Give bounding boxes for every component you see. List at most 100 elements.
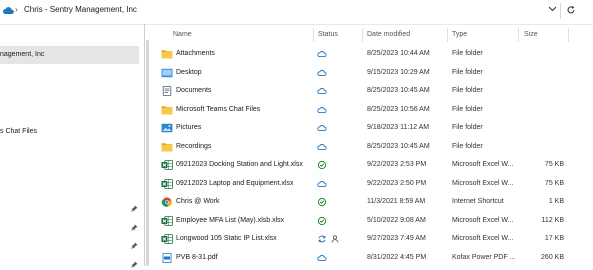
- chevron-down-icon[interactable]: [548, 6, 557, 14]
- file-size: 260 KB: [541, 253, 564, 261]
- folder-icon: [161, 105, 173, 115]
- folder-icon: [161, 49, 173, 59]
- onedrive-cloud-icon: [3, 7, 14, 16]
- file-size: 75 KB: [544, 179, 564, 187]
- file-size: 17 KB: [544, 235, 564, 242]
- file-date-modified: 8/25/2023 10:45 AM: [367, 87, 430, 94]
- column-header-type[interactable]: Type: [452, 31, 467, 38]
- desktop-folder-icon: [161, 68, 173, 78]
- file-date-modified: 8/25/2023 10:45 AM: [367, 142, 430, 150]
- file-type: Microsoft Excel W...: [452, 179, 514, 187]
- cloud-icon: [317, 68, 327, 78]
- file-name[interactable]: Documents: [176, 87, 211, 94]
- file-name[interactable]: Chris @ Work: [176, 198, 220, 205]
- column-header-size[interactable]: Size: [524, 31, 538, 38]
- chrome-icon: [161, 197, 173, 207]
- excel-icon: [161, 215, 173, 226]
- file-type: File folder: [452, 68, 483, 76]
- file-row[interactable]: 09212023 Docking Station and Light.xlsx 9…: [150, 156, 593, 174]
- sync-icon: [317, 234, 327, 244]
- file-name[interactable]: 09212023 Docking Station and Light.xlsx: [176, 161, 303, 168]
- file-name[interactable]: PVB 8-31.pdf: [176, 254, 218, 261]
- cloud-icon: [317, 123, 327, 133]
- file-type: Microsoft Excel W...: [452, 161, 514, 168]
- breadcrumb-path[interactable]: Chris - Sentry Management, Inc: [24, 5, 137, 14]
- nav-item-teams-label[interactable]: s Chat Files: [0, 128, 37, 135]
- check-icon: [317, 160, 327, 170]
- file-row[interactable]: Longwood 105 Static IP List.xlsx 9/27/202…: [150, 230, 593, 248]
- file-type: File folder: [452, 87, 483, 94]
- excel-icon: [161, 178, 173, 189]
- breadcrumb-separator: ›: [15, 5, 18, 14]
- file-row[interactable]: Desktop 9/15/2023 10:29 AM File folder: [150, 64, 593, 82]
- file-row[interactable]: Attachments 8/25/2023 10:44 AM File folder: [150, 45, 593, 63]
- file-type: File folder: [452, 124, 483, 131]
- excel-icon: [161, 160, 173, 170]
- file-name[interactable]: Attachments: [176, 50, 215, 57]
- file-name[interactable]: Employee MFA List (May).xlsb.xlsx: [176, 217, 284, 224]
- pin-icon: [131, 242, 138, 251]
- check-icon: [317, 197, 327, 207]
- cloud-icon: [317, 105, 327, 115]
- file-name[interactable]: Pictures: [176, 124, 201, 131]
- refresh-icon[interactable]: [566, 5, 576, 17]
- column-divider[interactable]: [568, 28, 569, 42]
- file-row[interactable]: Microsoft Teams Chat Files 8/25/2023 10:5…: [150, 101, 593, 119]
- file-date-modified: 9/15/2023 10:29 AM: [367, 68, 430, 76]
- file-row[interactable]: Employee MFA List (May).xlsb.xlsx 5/10/20…: [150, 212, 593, 230]
- column-header-row: Name Status Date modified Type Size: [0, 25, 593, 45]
- file-date-modified: 5/10/2022 9:08 AM: [367, 216, 426, 224]
- column-divider[interactable]: [313, 28, 314, 42]
- column-divider[interactable]: [362, 28, 363, 42]
- file-name[interactable]: 09212023 Laptop and Equipment.xlsx: [176, 180, 294, 187]
- cloud-icon: [317, 253, 327, 263]
- pin-icon: [131, 205, 138, 214]
- file-row[interactable]: Documents 8/25/2023 10:45 AM File folder: [150, 82, 593, 100]
- address-divider: [560, 3, 561, 19]
- file-type: File folder: [452, 105, 483, 113]
- file-row[interactable]: Chris @ Work 11/3/2021 8:59 AM Internet Sh…: [150, 193, 593, 211]
- file-name[interactable]: Desktop: [176, 69, 202, 76]
- file-date-modified: 8/25/2023 10:56 AM: [367, 105, 430, 113]
- nav-item-onedrive-label[interactable]: nagement, Inc: [0, 51, 44, 58]
- address-bar[interactable]: › Chris - Sentry Management, Inc: [0, 0, 593, 25]
- navigation-pane[interactable]: nagement, Inc s Chat Files: [0, 25, 140, 268]
- file-name[interactable]: Recordings: [176, 143, 211, 150]
- file-date-modified: 9/22/2023 2:53 PM: [367, 161, 427, 168]
- column-header-status[interactable]: Status: [318, 31, 338, 38]
- file-type: Microsoft Excel W...: [452, 216, 514, 224]
- pictures-folder-icon: [161, 123, 173, 133]
- file-row[interactable]: PVB 8-31.pdf 8/31/2022 4:45 PM Kofax Power…: [150, 249, 593, 267]
- file-row[interactable]: Pictures 9/18/2023 11:12 AM File folder: [150, 119, 593, 137]
- pdf-icon: [161, 252, 173, 263]
- file-size: 1 KB: [548, 198, 564, 205]
- file-type: File folder: [452, 142, 483, 150]
- folder-icon: [161, 142, 173, 152]
- cloud-icon: [317, 86, 327, 96]
- file-size: 75 KB: [544, 161, 564, 168]
- file-type: Internet Shortcut: [452, 198, 504, 205]
- file-name[interactable]: Longwood 105 Static IP List.xlsx: [176, 235, 277, 242]
- column-header-date-modified[interactable]: Date modified: [367, 31, 410, 38]
- cloud-icon: [317, 179, 327, 189]
- column-divider[interactable]: [447, 28, 448, 42]
- file-date-modified: 8/25/2023 10:44 AM: [367, 50, 430, 57]
- file-type: Kofax Power PDF ...: [452, 253, 516, 261]
- pane-divider[interactable]: [144, 24, 145, 266]
- column-divider[interactable]: [518, 28, 519, 42]
- file-date-modified: 9/22/2023 2:50 PM: [367, 179, 427, 187]
- file-row[interactable]: Recordings 8/25/2023 10:45 AM File folder: [150, 138, 593, 156]
- file-row[interactable]: 09212023 Laptop and Equipment.xlsx 9/22/2…: [150, 175, 593, 193]
- file-date-modified: 9/27/2023 7:49 AM: [367, 235, 426, 242]
- file-size: 112 KB: [541, 216, 564, 224]
- check-icon: [317, 216, 327, 226]
- file-type: Microsoft Excel W...: [452, 235, 514, 242]
- file-date-modified: 11/3/2021 8:59 AM: [367, 198, 426, 205]
- documents-folder-icon: [161, 86, 173, 96]
- file-date-modified: 8/31/2022 4:45 PM: [367, 253, 427, 261]
- nav-scrollbar[interactable]: [146, 40, 149, 266]
- cloud-icon: [317, 142, 327, 152]
- file-name[interactable]: Microsoft Teams Chat Files: [176, 106, 260, 113]
- column-header-name[interactable]: Name: [173, 31, 192, 38]
- file-date-modified: 9/18/2023 11:12 AM: [367, 124, 430, 131]
